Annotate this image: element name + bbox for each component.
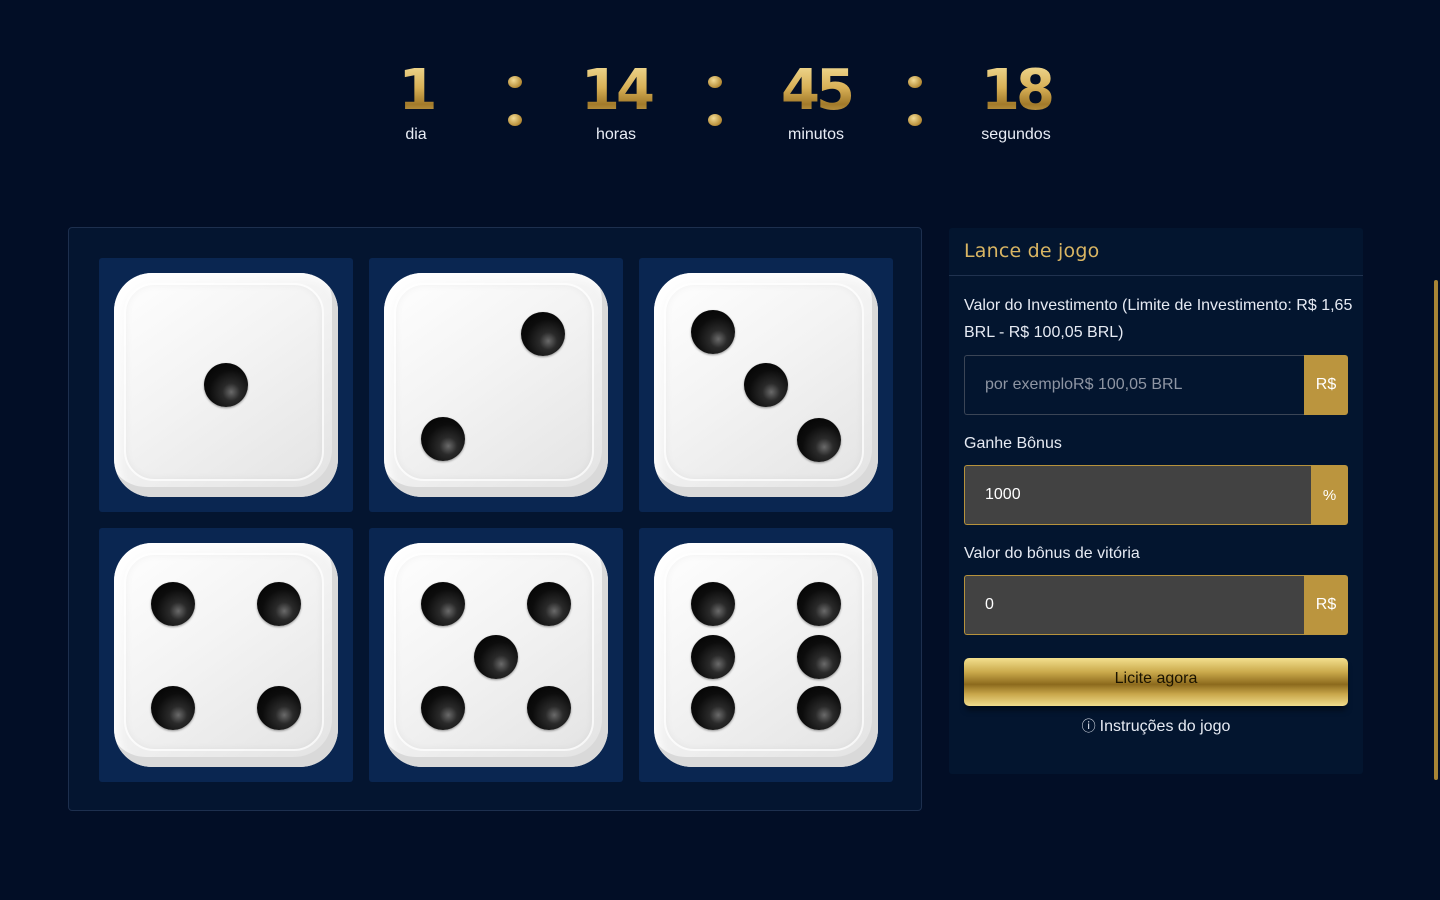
countdown-hours-value: 14: [546, 58, 686, 124]
bonus-label: Ganhe Bônus: [964, 435, 1062, 452]
countdown-seconds: 18 segundos: [946, 58, 1086, 144]
die-pip: [797, 686, 841, 730]
die-face-4: [114, 543, 338, 767]
countdown-hours: 14 horas: [546, 58, 686, 144]
die-pip: [797, 418, 841, 462]
investment-currency-addon: R$: [1304, 355, 1348, 415]
win-bonus-input[interactable]: 0: [964, 575, 1304, 635]
bonus-input[interactable]: 1000: [964, 465, 1311, 525]
die-pip: [204, 363, 248, 407]
bid-now-button[interactable]: Licite agora: [964, 658, 1348, 706]
die-pip: [421, 417, 465, 461]
bet-panel-header: Lance de jogo: [949, 228, 1363, 276]
investment-input-group: por exemploR$ 100,05 BRL R$: [964, 355, 1348, 415]
dice-cell: [99, 258, 353, 512]
countdown-minutes-value: 45: [746, 58, 886, 124]
dice-cell: [639, 528, 893, 782]
die-pip: [691, 635, 735, 679]
game-instructions-label: Instruções do jogo: [1099, 718, 1231, 735]
bonus-input-group: 1000 %: [964, 465, 1348, 525]
countdown-minutes: 45 minutos: [746, 58, 886, 144]
die-pip: [421, 686, 465, 730]
die-face-2: [384, 273, 608, 497]
countdown-days: 1 dia: [346, 58, 486, 144]
countdown-hours-label: horas: [595, 126, 637, 143]
info-icon: ⓘ: [1081, 718, 1096, 734]
page-scrollbar[interactable]: [1434, 280, 1438, 780]
die-face-3: [654, 273, 878, 497]
win-bonus-input-group: 0 R$: [964, 575, 1348, 635]
die-pip: [797, 582, 841, 626]
countdown-seconds-label: segundos: [981, 126, 1051, 143]
dice-cell: [639, 258, 893, 512]
countdown-separator: [508, 76, 522, 128]
die-pip: [257, 686, 301, 730]
die-face-6: [654, 543, 878, 767]
bet-panel-title: Lance de jogo: [964, 240, 1100, 262]
investment-input[interactable]: por exemploR$ 100,05 BRL: [964, 355, 1304, 415]
bet-panel: Lance de jogo Valor do Investimento (Lim…: [949, 228, 1363, 774]
countdown-separator: [708, 76, 722, 128]
die-pip: [527, 686, 571, 730]
countdown-days-value: 1: [346, 58, 486, 124]
die-pip: [521, 312, 565, 356]
die-pip: [151, 582, 195, 626]
die-pip: [691, 310, 735, 354]
game-instructions-link[interactable]: ⓘ Instruções do jogo: [964, 716, 1348, 736]
dice-cell: [99, 528, 353, 782]
die-face-5: [384, 543, 608, 767]
die-pip: [474, 635, 518, 679]
bonus-percent-addon: %: [1311, 465, 1348, 525]
countdown-days-label: dia: [405, 126, 427, 143]
die-pip: [421, 582, 465, 626]
countdown-seconds-value: 18: [946, 58, 1086, 124]
dice-board: [68, 227, 922, 811]
win-bonus-label: Valor do bônus de vitória: [964, 545, 1140, 562]
investment-label: Valor do Investimento (Limite de Investi…: [964, 297, 1353, 341]
dice-cell: [369, 528, 623, 782]
die-pip: [797, 635, 841, 679]
countdown-separator: [908, 76, 922, 128]
die-pip: [691, 582, 735, 626]
countdown-minutes-label: minutos: [787, 126, 845, 143]
dice-cell: [369, 258, 623, 512]
die-face-1: [114, 273, 338, 497]
die-pip: [691, 686, 735, 730]
die-pip: [744, 363, 788, 407]
die-pip: [527, 582, 571, 626]
countdown-timer: 1 dia 14 horas 45 minutos 18 segundos: [0, 0, 1440, 170]
die-pip: [151, 686, 195, 730]
die-pip: [257, 582, 301, 626]
win-bonus-currency-addon: R$: [1304, 575, 1348, 635]
